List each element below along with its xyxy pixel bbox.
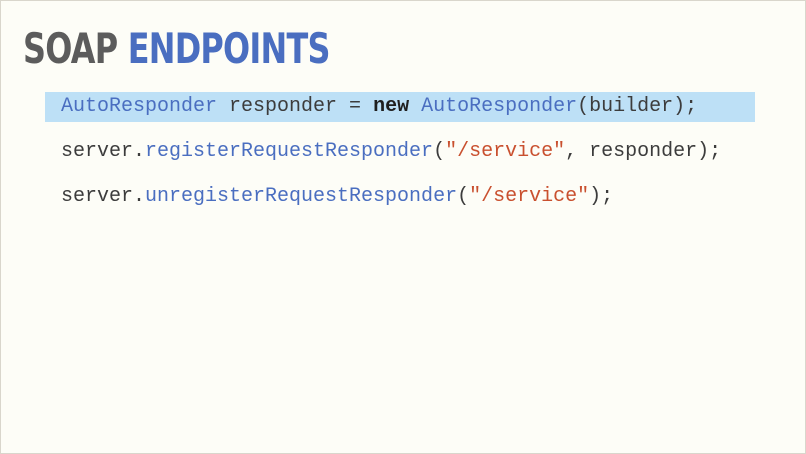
paren-open: (: [433, 140, 446, 163]
declaration-text: responder =: [217, 95, 374, 118]
string-service: "/service": [445, 140, 566, 163]
call-rest: );: [589, 185, 614, 208]
title-soap: SOAP: [23, 24, 118, 73]
server-object: server.: [61, 185, 146, 208]
paren-open: (: [457, 185, 470, 208]
slide: SOAP ENDPOINTS AutoResponder responder =…: [0, 0, 806, 454]
code-line-3: server.unregisterRequestResponder("/serv…: [61, 184, 613, 210]
server-object: server.: [61, 140, 146, 163]
code-line-2: server.registerRequestResponder("/servic…: [61, 139, 721, 165]
constructor-args: (builder);: [577, 95, 698, 118]
string-service: "/service": [469, 185, 590, 208]
constructor-autoresponder: AutoResponder: [421, 95, 578, 118]
title-endpoints: ENDPOINTS: [127, 24, 331, 73]
method-register: registerRequestResponder: [145, 140, 434, 163]
keyword-new: new: [373, 95, 410, 118]
code-line-1-highlighted: AutoResponder responder = new AutoRespon…: [45, 92, 755, 122]
method-unregister: unregisterRequestResponder: [145, 185, 458, 208]
type-autoresponder: AutoResponder: [61, 95, 218, 118]
call-rest: , responder);: [565, 140, 722, 163]
slide-title: SOAP ENDPOINTS: [23, 21, 331, 77]
